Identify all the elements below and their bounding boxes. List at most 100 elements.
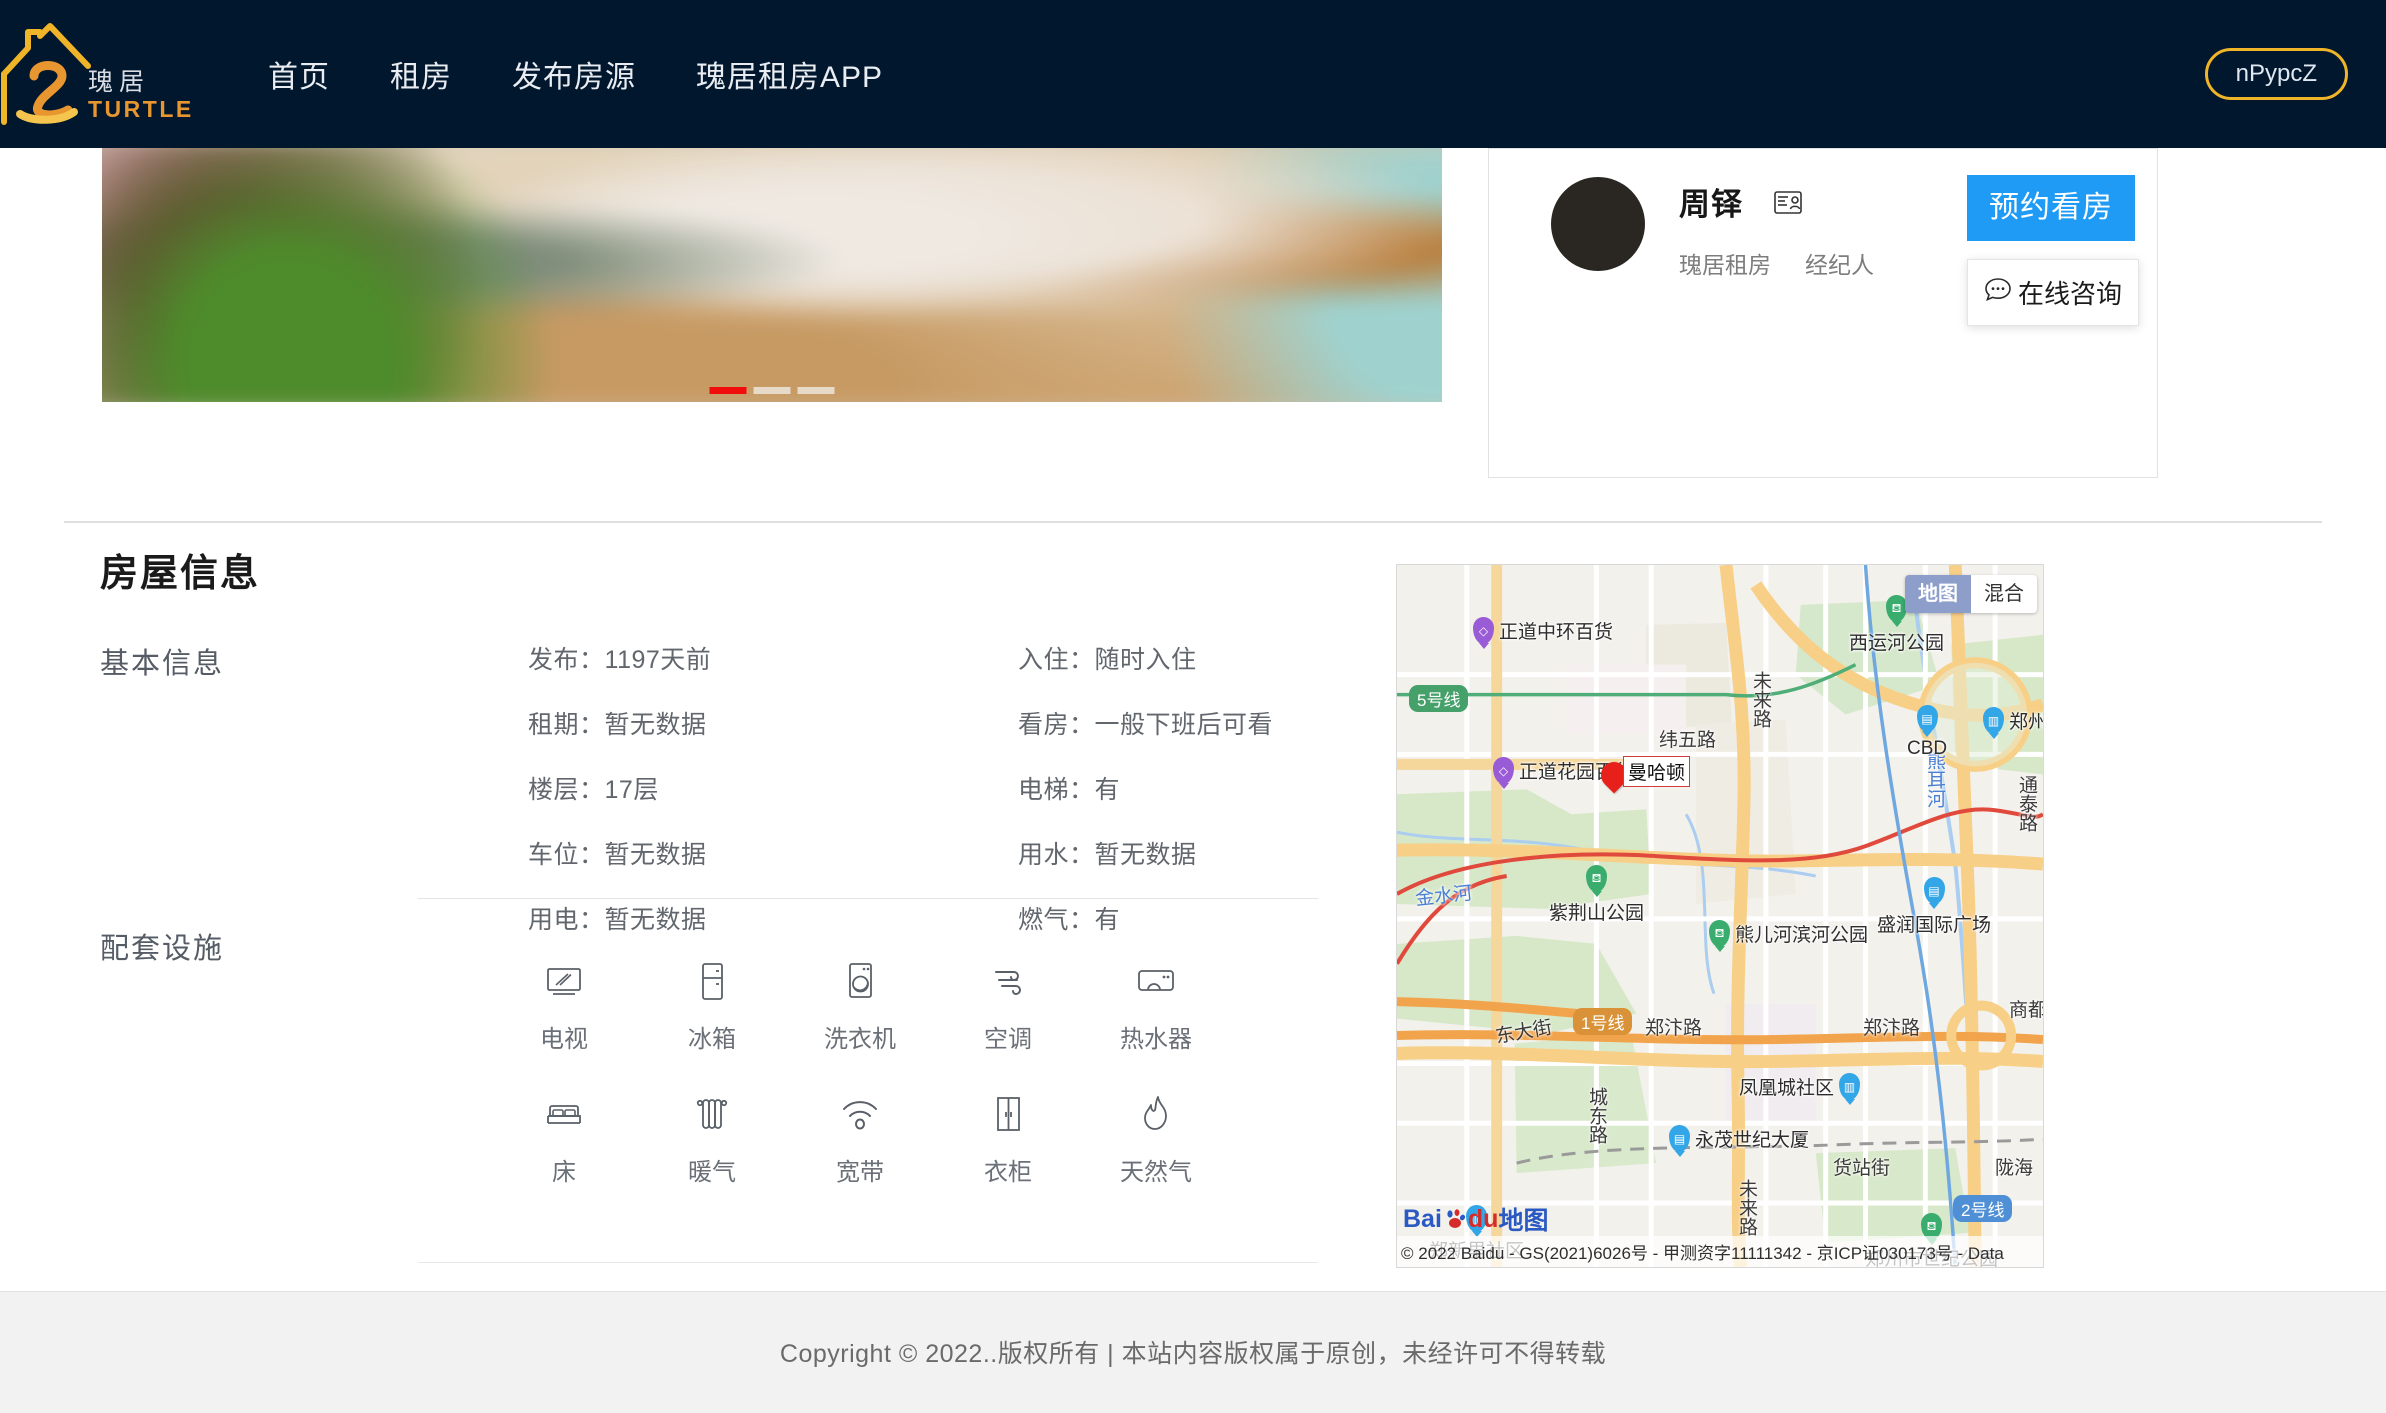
poi-label: 凤凰城社区	[1739, 1073, 1834, 1100]
poi-cbd[interactable]: ▤ CBD	[1907, 705, 1947, 760]
agent-certificate-icon[interactable]	[1773, 187, 1803, 217]
footer-top-border	[0, 1291, 2386, 1292]
info-viewing: 看房：一般下班后可看	[1018, 705, 1328, 741]
page-root: 瑰居 TURTLE 首页 租房 发布房源 瑰居租房APP nPypcZ	[0, 0, 2386, 1413]
facility-label-ac: 空调	[984, 1019, 1032, 1054]
nav-home[interactable]: 首页	[238, 52, 360, 96]
facility-bed: 床	[490, 1088, 638, 1187]
map-type-hybrid[interactable]: 混合	[1971, 575, 2037, 613]
facility-ac: 空调	[934, 955, 1082, 1054]
poi-label: 紫荆山公园	[1549, 898, 1644, 925]
poi-zijingshan-park[interactable]: ⛾ 紫荆山公园	[1549, 865, 1644, 925]
wifi-icon	[838, 1088, 882, 1140]
facility-water-heater: 热水器	[1082, 955, 1230, 1054]
facility-fridge: 冰箱	[638, 955, 786, 1054]
info-lease: 租期：暂无数据	[528, 705, 1018, 741]
info-electricity: 用电：暂无数据	[528, 900, 1018, 936]
agent-role: 经纪人	[1805, 246, 1874, 280]
map-copyright: © 2022 Baidu - GS(2021)6026号 - 甲测资字11111…	[1397, 1236, 2043, 1267]
nav-publish[interactable]: 发布房源	[482, 52, 666, 96]
basic-info-label: 基本信息	[100, 640, 224, 682]
facility-label-wardrobe: 衣柜	[984, 1152, 1032, 1187]
facility-label-water-heater: 热水器	[1120, 1019, 1192, 1054]
road-weilai-south: 未来路	[1733, 1179, 1760, 1236]
poi-xionger-park[interactable]: ⛾ 熊儿河滨河公园	[1709, 920, 1868, 947]
pin-label: 曼哈顿	[1623, 756, 1690, 787]
logo-en-text: TURTLE	[88, 96, 194, 122]
community-marker-icon: ▥	[1839, 1073, 1860, 1100]
logo-text-block: 瑰居 TURTLE	[88, 18, 194, 130]
carousel-dot-2[interactable]	[754, 387, 791, 394]
baidu-bai-text: Bai	[1403, 1205, 1442, 1234]
facility-label-broadband: 宽带	[836, 1152, 884, 1187]
road-longhai: 陇海	[1995, 1153, 2033, 1180]
site-header: 瑰居 TURTLE 首页 租房 发布房源 瑰居租房APP nPypcZ	[0, 0, 2386, 148]
facility-divider	[418, 1262, 1318, 1263]
bed-icon	[542, 1088, 586, 1140]
metro-line-1-badge: 1号线	[1573, 1008, 1632, 1035]
info-divider	[418, 898, 1318, 899]
poi-shengrun-plaza[interactable]: ▤ 盛润国际广场	[1877, 877, 1991, 937]
road-weiwu: 纬五路	[1659, 725, 1716, 752]
agent-name-row: 周铎	[1679, 179, 1874, 224]
site-footer: Copyright © 2022..版权所有 | 本站内容版权属于原创，未经许可…	[0, 1291, 2386, 1413]
location-map[interactable]: 地图 混合 5号线 1号线 2号线 未来路 纬五路 东大街 郑汴路 郑汴路 城东…	[1396, 564, 2044, 1268]
site-logo[interactable]: 瑰居 TURTLE	[6, 14, 176, 134]
book-viewing-button[interactable]: 预约看房	[1967, 175, 2135, 241]
agent-company: 瑰居租房	[1679, 246, 1771, 280]
carousel-indicators	[710, 387, 835, 394]
baidu-du-text: du	[1468, 1205, 1499, 1234]
poi-zhengzhou-expo[interactable]: ▥ 郑州国际会展	[1983, 707, 2044, 734]
wardrobe-icon	[986, 1088, 1030, 1140]
agent-meta: 周铎 瑰居租房 经纪人	[1679, 177, 1874, 280]
poi-label: 正道中环百货	[1499, 617, 1613, 644]
carousel-dot-3[interactable]	[798, 387, 835, 394]
facility-label-bed: 床	[552, 1152, 576, 1187]
building-marker-icon: ▤	[1917, 705, 1938, 732]
fridge-icon	[690, 955, 734, 1007]
baidu-map-logo: Bai du 地图	[1403, 1201, 1548, 1237]
poi-fenghuangcheng[interactable]: 凤凰城社区 ▥	[1739, 1073, 1860, 1100]
nav-rent[interactable]: 租房	[360, 52, 482, 96]
road-zhengbian-east: 郑汴路	[1863, 1013, 1920, 1040]
shopping-marker-icon: ◇	[1493, 757, 1514, 784]
avatar	[1551, 177, 1645, 271]
facility-label: 配套设施	[100, 925, 224, 967]
info-elevator: 电梯：有	[1018, 770, 1328, 806]
poi-zhengdao-zhonghuan[interactable]: ◇ 正道中环百货	[1473, 617, 1613, 644]
road-zhengbian-west: 郑汴路	[1645, 1013, 1702, 1040]
baidu-paw-icon	[1444, 1208, 1466, 1230]
facility-washer: 洗衣机	[786, 955, 934, 1054]
chat-bubble-icon	[1984, 275, 2012, 310]
info-gas: 燃气：有	[1018, 900, 1328, 936]
facility-heating: 暖气	[638, 1088, 786, 1187]
carousel-dot-1[interactable]	[710, 387, 747, 394]
road-shangdu: 商都	[2009, 995, 2044, 1022]
facility-wardrobe: 衣柜	[934, 1088, 1082, 1187]
air-conditioner-icon	[986, 955, 1030, 1007]
building-marker-icon: ▤	[1669, 1125, 1690, 1152]
poi-label: CBD	[1907, 738, 1947, 760]
tv-icon	[542, 955, 586, 1007]
road-huozhanjie: 货站街	[1833, 1153, 1890, 1180]
park-marker-icon: ⛾	[1586, 865, 1607, 892]
facility-natural-gas: 天然气	[1082, 1088, 1230, 1187]
info-movein: 入住：随时入住	[1018, 640, 1328, 676]
online-consult-button[interactable]: 在线咨询	[1967, 259, 2139, 326]
poi-yongmao-building[interactable]: ▤ 永茂世纪大厦	[1669, 1125, 1809, 1152]
footer-copyright: Copyright © 2022..版权所有 | 本站内容版权属于原创，未经许可…	[780, 1334, 1606, 1370]
poi-label: 永茂世纪大厦	[1695, 1125, 1809, 1152]
facility-broadband: 宽带	[786, 1088, 934, 1187]
logo-cn-text: 瑰居	[88, 69, 194, 95]
basic-info-grid: 发布：1197天前 入住：随时入住 租期：暂无数据 看房：一般下班后可看 楼层：…	[528, 640, 1328, 936]
property-image-carousel[interactable]	[102, 148, 1442, 402]
user-account-button[interactable]: nPypcZ	[2205, 48, 2348, 100]
online-consult-label: 在线咨询	[2018, 274, 2122, 311]
property-location-pin[interactable]: 曼哈顿	[1601, 762, 1627, 788]
agent-card: 周铎 瑰居租房 经纪人	[1488, 148, 2158, 478]
road-chengdong: 城东路	[1583, 1087, 1610, 1144]
map-type-map[interactable]: 地图	[1905, 575, 1971, 613]
nav-app[interactable]: 瑰居租房APP	[666, 52, 913, 96]
metro-line-2-badge: 2号线	[1953, 1195, 2012, 1222]
map-type-toggle[interactable]: 地图 混合	[1905, 575, 2037, 613]
